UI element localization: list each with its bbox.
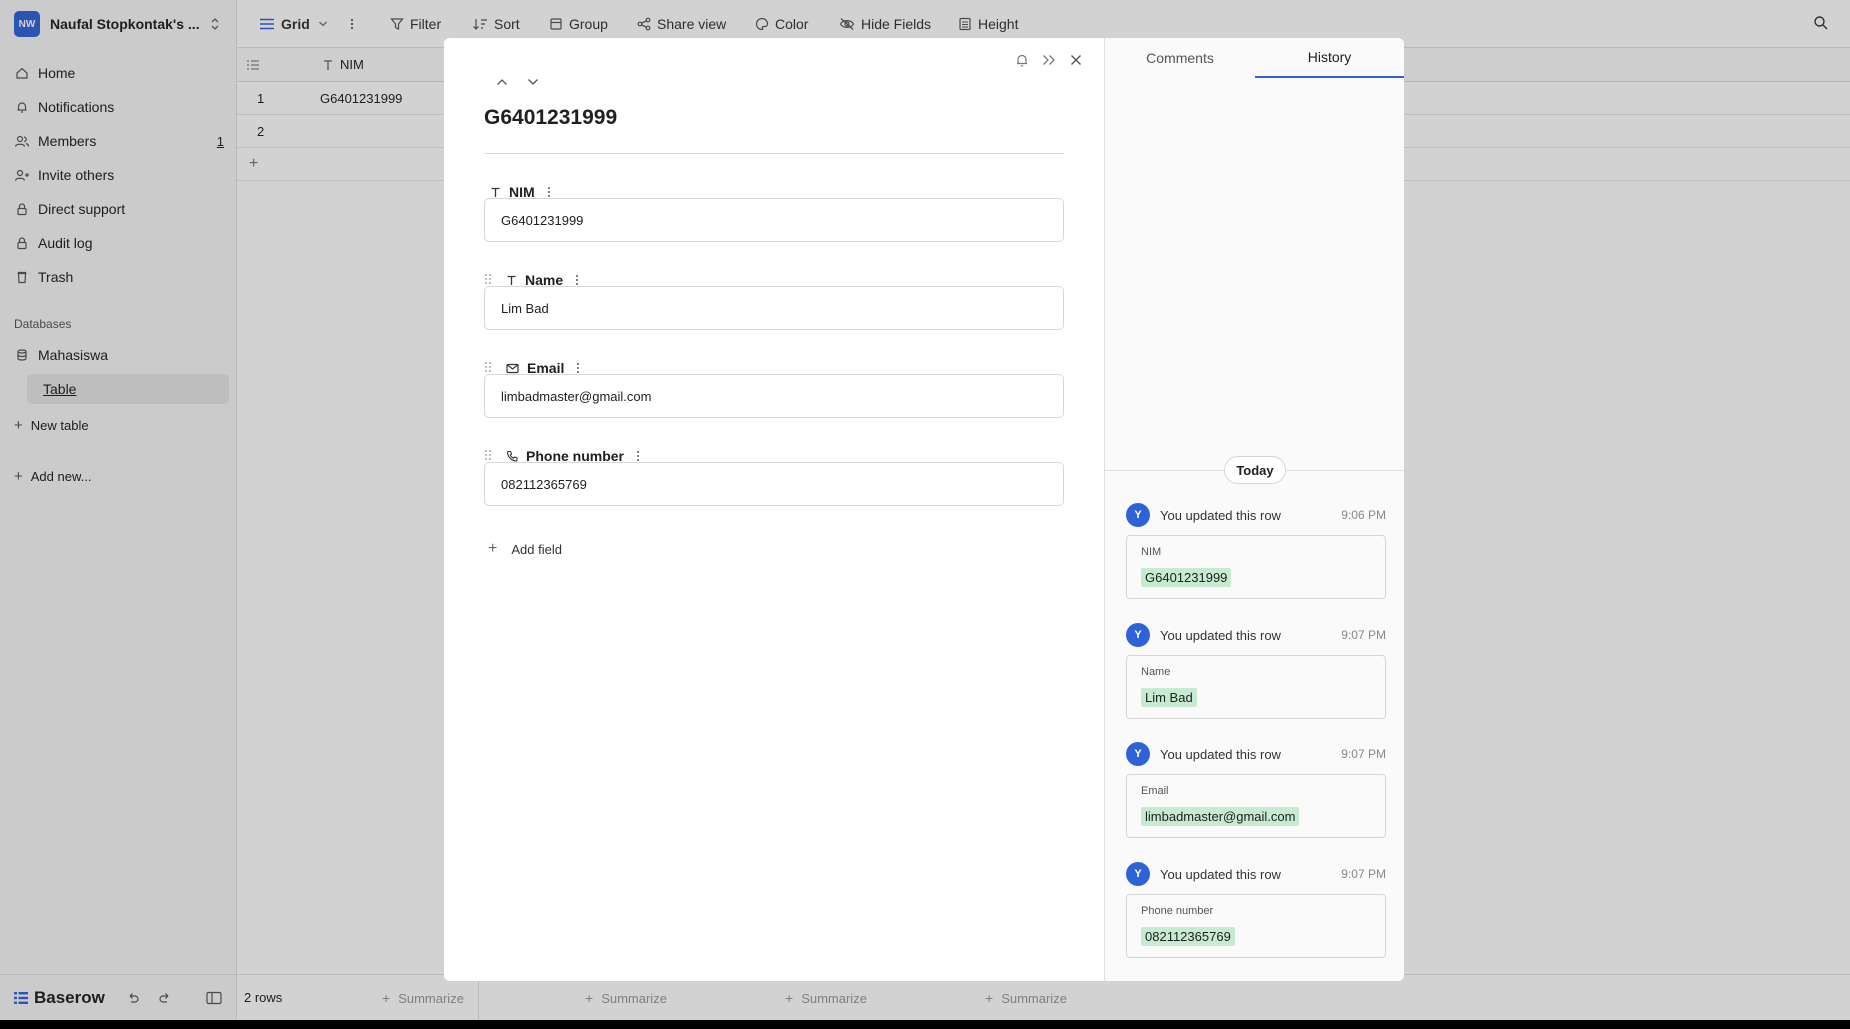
history-time: 9:07 PM xyxy=(1341,628,1386,642)
row-title: G6401231999 xyxy=(484,106,618,129)
history-new-value: G6401231999 xyxy=(1141,568,1232,587)
history-field-name: NIM xyxy=(1141,546,1162,558)
row-expand-modal: G6401231999 NIM G6401231999 Name Lim Bad… xyxy=(444,38,1404,981)
field-more-icon[interactable] xyxy=(636,450,640,462)
nim-field[interactable]: G6401231999 xyxy=(484,198,1064,242)
history-change-card: NIM G6401231999 xyxy=(1126,535,1386,599)
history-entry-header: Y You updated this row 9:07 PM xyxy=(1126,862,1386,886)
row-activity-panel: Comments History Today Y You updated thi… xyxy=(1105,38,1404,981)
history-change-card: Name Lim Bad xyxy=(1126,655,1386,719)
history-entry-header: Y You updated this row 9:07 PM xyxy=(1126,742,1386,766)
history-text: You updated this row xyxy=(1160,507,1281,523)
field-more-icon[interactable] xyxy=(576,362,580,374)
text-icon xyxy=(506,275,517,286)
history-field-name: Name xyxy=(1141,666,1171,678)
phone-icon xyxy=(506,450,518,462)
field-more-icon[interactable] xyxy=(575,274,579,286)
history-field-name: Phone number xyxy=(1141,905,1214,917)
today-separator: Today xyxy=(1224,456,1286,484)
text-icon xyxy=(490,187,501,198)
add-field-button[interactable]: + Add field xyxy=(488,540,562,558)
drag-handle-icon[interactable] xyxy=(484,273,494,287)
tab-comments[interactable]: Comments xyxy=(1105,38,1255,78)
email-field[interactable]: limbadmaster@gmail.com xyxy=(484,374,1064,418)
history-new-value: 082112365769 xyxy=(1141,927,1235,946)
avatar: Y xyxy=(1126,503,1150,527)
history-new-value: Lim Bad xyxy=(1141,688,1197,707)
avatar: Y xyxy=(1126,623,1150,647)
history-new-value: limbadmaster@gmail.com xyxy=(1141,807,1300,826)
avatar: Y xyxy=(1126,742,1150,766)
drag-handle-icon[interactable] xyxy=(484,361,494,375)
history-change-card: Phone number 082112365769 xyxy=(1126,894,1386,958)
row-fields-panel: G6401231999 NIM G6401231999 Name Lim Bad… xyxy=(444,38,1105,981)
history-entry-header: Y You updated this row 9:07 PM xyxy=(1126,623,1386,647)
collapse-panel-icon[interactable] xyxy=(1039,50,1059,70)
add-field-label: Add field xyxy=(511,541,562,557)
history-entry-header: Y You updated this row 9:06 PM xyxy=(1126,503,1386,527)
previous-row-icon[interactable] xyxy=(492,72,512,92)
tab-history[interactable]: History xyxy=(1255,38,1404,78)
name-field[interactable]: Lim Bad xyxy=(484,286,1064,330)
bell-icon[interactable] xyxy=(1012,50,1032,70)
mail-icon xyxy=(506,363,519,374)
history-time: 9:06 PM xyxy=(1341,508,1386,522)
history-text: You updated this row xyxy=(1160,746,1281,762)
drag-handle-icon[interactable] xyxy=(484,449,494,463)
history-change-card: Email limbadmaster@gmail.com xyxy=(1126,774,1386,838)
history-text: You updated this row xyxy=(1160,627,1281,643)
history-field-name: Email xyxy=(1141,785,1169,797)
history-time: 9:07 PM xyxy=(1341,747,1386,761)
avatar: Y xyxy=(1126,862,1150,886)
plus-icon: + xyxy=(488,540,498,557)
field-more-icon[interactable] xyxy=(547,186,551,198)
title-divider xyxy=(484,153,1064,154)
history-text: You updated this row xyxy=(1160,866,1281,882)
close-icon[interactable] xyxy=(1066,50,1086,70)
history-time: 9:07 PM xyxy=(1341,867,1386,881)
phone-number-field[interactable]: 082112365769 xyxy=(484,462,1064,506)
screen-bottom-edge xyxy=(0,1020,1850,1029)
next-row-icon[interactable] xyxy=(523,72,543,92)
